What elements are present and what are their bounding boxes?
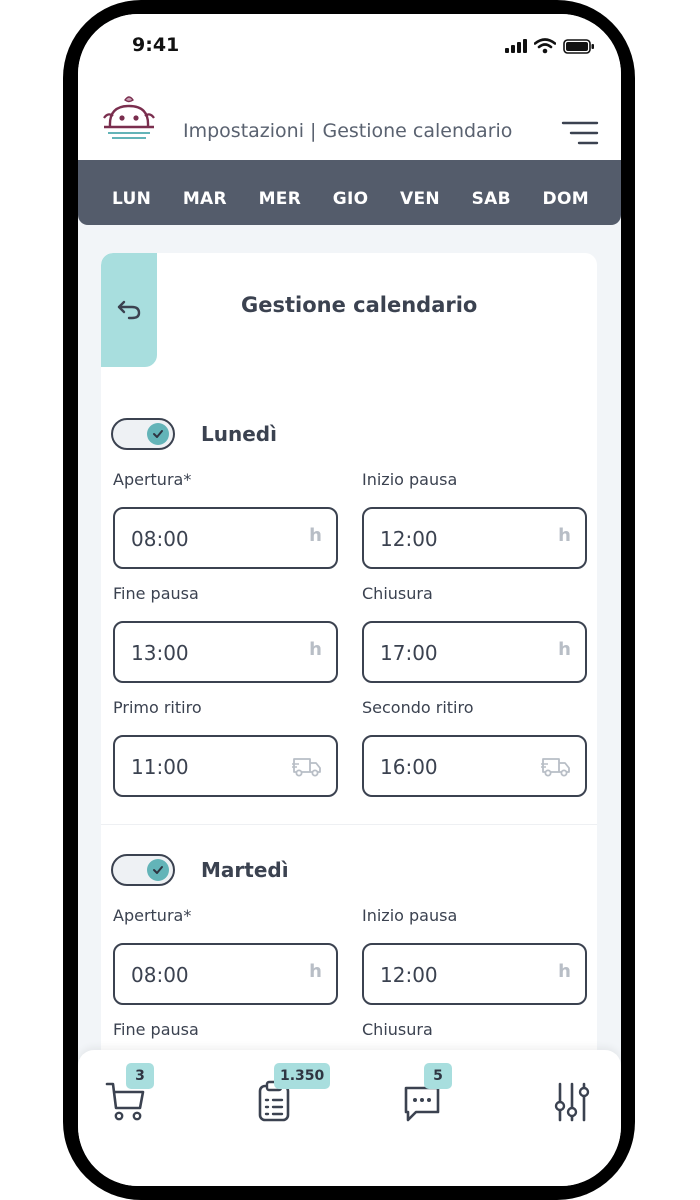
toggle-knob bbox=[147, 423, 169, 445]
day-name-lunedi: Lunedì bbox=[201, 422, 277, 446]
status-bar: 9:41 bbox=[78, 14, 621, 78]
input-value: 17:00 bbox=[380, 641, 438, 665]
check-icon bbox=[153, 866, 163, 874]
header-title: Impostazioni | Gestione calendario bbox=[183, 120, 513, 142]
status-time: 9:41 bbox=[132, 34, 180, 56]
section-divider bbox=[101, 824, 597, 825]
back-button[interactable] bbox=[101, 253, 157, 367]
input-primo-ritiro[interactable]: 11:00 bbox=[113, 735, 338, 797]
logo[interactable] bbox=[100, 94, 158, 146]
day-tab-mer[interactable]: MER bbox=[259, 189, 302, 209]
input-value: 13:00 bbox=[131, 641, 189, 665]
input-value: 11:00 bbox=[131, 755, 189, 779]
hamburger-menu-icon[interactable] bbox=[561, 120, 599, 146]
day-tab-mar[interactable]: MAR bbox=[183, 189, 227, 209]
hours-suffix: h bbox=[558, 639, 571, 660]
card-title: Gestione calendario bbox=[241, 293, 478, 317]
day-tab-ven[interactable]: VEN bbox=[400, 189, 440, 209]
label-primo-ritiro: Primo ritiro bbox=[113, 698, 202, 717]
check-icon bbox=[153, 430, 163, 438]
input-secondo-ritiro[interactable]: 16:00 bbox=[362, 735, 587, 797]
hours-suffix: h bbox=[309, 961, 322, 982]
screen: 9:41 Impostazioni | Gestione calendario … bbox=[78, 14, 621, 1186]
input-chiusura[interactable]: 17:00 h bbox=[362, 621, 587, 683]
label-fine-pausa: Fine pausa bbox=[113, 1020, 199, 1039]
day-tab-gio[interactable]: GIO bbox=[333, 189, 369, 209]
input-value: 08:00 bbox=[131, 527, 189, 551]
day-tab-lun[interactable]: LUN bbox=[112, 189, 151, 209]
hours-suffix: h bbox=[309, 525, 322, 546]
day-name-martedi: Martedì bbox=[201, 858, 289, 882]
bottom-navigation: 3 1.350 5 bbox=[78, 1050, 621, 1134]
orders-badge: 1.350 bbox=[274, 1063, 331, 1089]
nav-settings[interactable] bbox=[550, 1080, 594, 1124]
input-value: 08:00 bbox=[131, 963, 189, 987]
toggle-knob bbox=[147, 859, 169, 881]
input-value: 12:00 bbox=[380, 963, 438, 987]
input-inizio-pausa[interactable]: 12:00 h bbox=[362, 943, 587, 1005]
label-fine-pausa: Fine pausa bbox=[113, 584, 199, 603]
day-tab-dom[interactable]: DOM bbox=[543, 189, 589, 209]
label-chiusura: Chiusura bbox=[362, 584, 433, 603]
label-inizio-pausa: Inizio pausa bbox=[362, 470, 458, 489]
day-toggle-lunedi[interactable] bbox=[111, 418, 175, 450]
wifi-icon bbox=[534, 38, 556, 54]
days-tab-bar: LUN MAR MER GIO VEN SAB DOM bbox=[78, 160, 621, 225]
day-tab-sab[interactable]: SAB bbox=[472, 189, 511, 209]
hours-suffix: h bbox=[309, 639, 322, 660]
input-value: 16:00 bbox=[380, 755, 438, 779]
back-arrow-icon bbox=[117, 300, 141, 320]
sliders-icon bbox=[554, 1082, 590, 1122]
input-apertura[interactable]: 08:00 h bbox=[113, 943, 338, 1005]
hours-suffix: h bbox=[558, 961, 571, 982]
day-toggle-martedi[interactable] bbox=[111, 854, 175, 886]
status-icons bbox=[505, 38, 595, 54]
calendar-card: Gestione calendario Lunedì Apertura* Ini… bbox=[101, 253, 597, 1073]
input-fine-pausa[interactable]: 13:00 h bbox=[113, 621, 338, 683]
truck-icon bbox=[541, 758, 570, 777]
input-value: 12:00 bbox=[380, 527, 438, 551]
home-indicator-area bbox=[78, 1134, 621, 1186]
label-secondo-ritiro: Secondo ritiro bbox=[362, 698, 474, 717]
label-chiusura: Chiusura bbox=[362, 1020, 433, 1039]
signal-icon bbox=[505, 39, 527, 53]
hours-suffix: h bbox=[558, 525, 571, 546]
label-inizio-pausa: Inizio pausa bbox=[362, 906, 458, 925]
input-apertura[interactable]: 08:00 h bbox=[113, 507, 338, 569]
label-apertura: Apertura* bbox=[113, 906, 192, 925]
cart-badge: 3 bbox=[126, 1063, 154, 1089]
truck-icon bbox=[292, 758, 321, 777]
label-apertura: Apertura* bbox=[113, 470, 192, 489]
input-inizio-pausa[interactable]: 12:00 h bbox=[362, 507, 587, 569]
battery-icon bbox=[563, 38, 594, 54]
messages-badge: 5 bbox=[424, 1063, 452, 1089]
